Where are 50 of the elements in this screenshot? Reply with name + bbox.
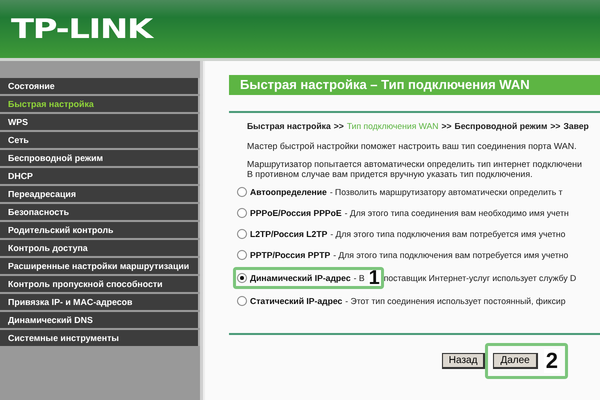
breadcrumb-step: Беспроводной режим [454, 121, 548, 131]
breadcrumb-step: Быстрая настройка [247, 121, 331, 131]
nav-button[interactable]: Далее [493, 353, 538, 369]
intro-text: Мастер быстрой настройки поможет настроить ваш тип соединения порта WAN. [247, 141, 578, 151]
sidebar-item[interactable]: Безопасность [0, 204, 200, 220]
note-line: Маршрутизатор попытается автоматически определить тип интернет подключени [247, 159, 583, 169]
sidebar-item[interactable]: Контроль пропускной способности [0, 276, 200, 292]
radio-button[interactable] [237, 208, 247, 218]
option-description: - Для этого типа подключения вам потребуется имя учетно [330, 229, 566, 239]
radio-button[interactable] [237, 229, 247, 239]
option-description: - Для этого типа соединения вам необходимо имя учетн [344, 208, 569, 218]
nav-button[interactable]: Назад [442, 353, 486, 369]
option-label[interactable]: Статический IP-адрес [250, 296, 342, 306]
sidebar-item[interactable]: Контроль доступа [0, 240, 200, 256]
sidebar-item[interactable]: Сеть [0, 132, 200, 148]
sidebar-item[interactable]: Расширенные настройки маршрутизации [0, 258, 200, 274]
note-line: В противном случае вам придется вручную указать тип подключения. [247, 169, 534, 179]
option-label[interactable]: Автоопределение [250, 187, 327, 197]
option-description: - Для этого типа подключения вам потребуется имя учетно [333, 250, 568, 260]
option-label[interactable]: PPPoE/Россия PPPoE [250, 208, 342, 218]
sidebar-item[interactable]: Привязка IP- и MAC-адресов [0, 294, 200, 310]
sidebar-item[interactable]: WPS [0, 114, 200, 130]
option-description: - В [354, 273, 365, 283]
radio-button[interactable] [237, 250, 247, 260]
option-description: поставщик Интернет-услуг использует службу D [384, 273, 576, 283]
breadcrumb-separator: >> [442, 121, 452, 131]
sidebar-item[interactable]: Системные инструменты [0, 330, 200, 346]
sidebar-item[interactable]: Быстрая настройка [0, 96, 200, 112]
option-description: - Этот тип соединения использует постоянный, фиксир [345, 296, 566, 306]
page-title: Быстрая настройка – Тип подключения WAN [229, 75, 600, 95]
option-label[interactable]: Динамический IP-адрес [250, 273, 351, 283]
option-description: - Позволить маршрутизатору автоматически определить т [330, 187, 563, 197]
radio-button[interactable] [237, 296, 247, 306]
option-label[interactable]: L2TP/Россия L2TP [250, 229, 328, 239]
breadcrumb-separator: >> [334, 121, 344, 131]
sidebar-item[interactable]: Динамический DNS [0, 312, 200, 328]
breadcrumb-separator: >> [550, 121, 560, 131]
option-label[interactable]: PPTP/Россия PPTP [250, 250, 330, 260]
radio-button[interactable] [237, 273, 247, 283]
callout-number: 2 [544, 349, 560, 373]
breadcrumb-step: Завер [563, 121, 589, 131]
logo: TP-LINK [11, 14, 152, 44]
sidebar-item[interactable]: Родительский контроль [0, 222, 200, 238]
callout-number: 1 [368, 271, 381, 285]
radio-button[interactable] [237, 187, 247, 197]
sidebar-item[interactable]: Состояние [0, 78, 200, 94]
sidebar-item[interactable]: Беспроводной режим [0, 150, 200, 166]
sidebar-item[interactable]: Переадресация [0, 186, 200, 202]
sidebar-item[interactable]: DHCP [0, 168, 200, 184]
breadcrumb-step: Тип подключения WAN [346, 121, 438, 131]
